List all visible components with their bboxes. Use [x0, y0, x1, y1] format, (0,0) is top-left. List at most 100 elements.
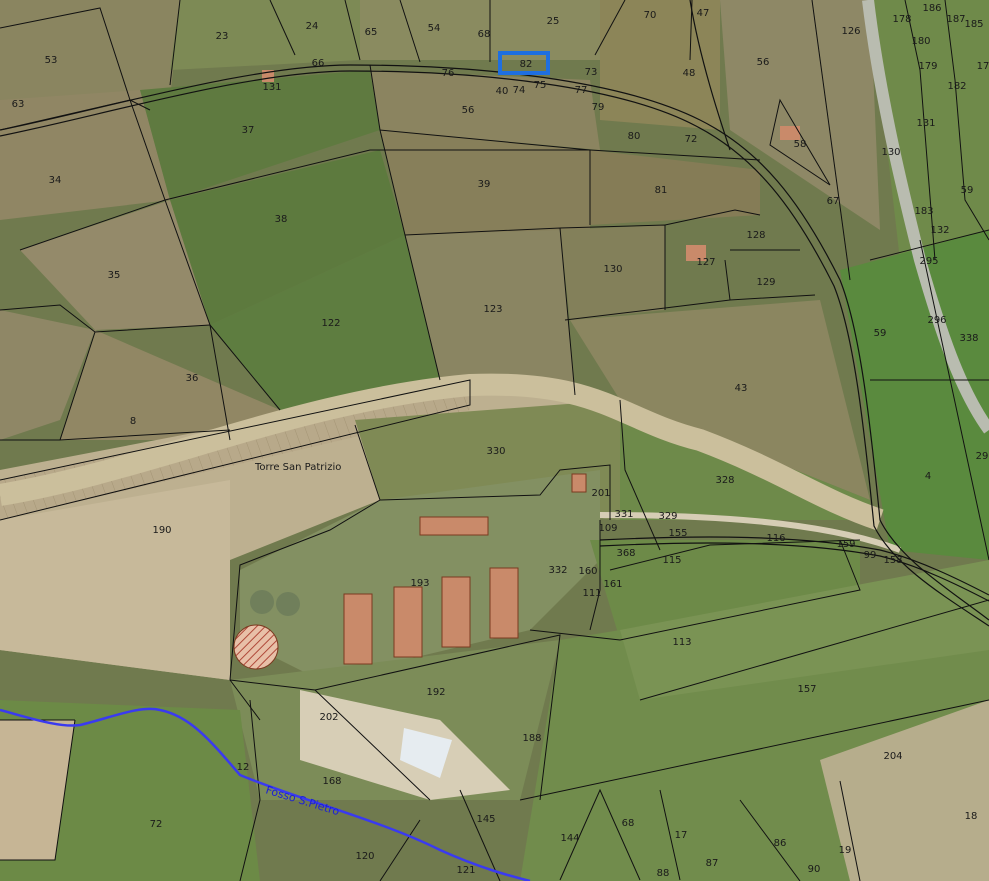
- parcel-number-label: 111: [582, 588, 601, 599]
- parcel-number-label: 121: [456, 865, 475, 876]
- parcel-number-label: 38: [275, 214, 288, 225]
- parcel-number-label: 295: [919, 256, 938, 267]
- parcel-number-label: 186: [922, 3, 941, 14]
- parcel-number-label: 113: [672, 637, 691, 648]
- parcel-number-label: 66: [312, 58, 325, 69]
- parcel-number-label: 17: [675, 830, 688, 841]
- parcel-number-label: 193: [410, 578, 429, 589]
- parcel-number-label: 12: [237, 762, 250, 773]
- parcel-number-label: 187: [946, 14, 965, 25]
- parcel-number-label: 185: [964, 19, 983, 30]
- parcel-number-label: 67: [827, 196, 840, 207]
- parcel-number-label: 19: [839, 845, 852, 856]
- parcel-number-label: 130: [881, 147, 900, 158]
- parcel-number-label: 68: [478, 29, 491, 40]
- parcel-number-label: 328: [715, 475, 734, 486]
- parcel-number-label: 188: [522, 733, 541, 744]
- parcel-number-label: 158: [883, 555, 902, 566]
- parcel-number-label: 24: [306, 21, 319, 32]
- parcel-number-label: 201: [591, 488, 610, 499]
- parcel-number-label: 116: [766, 533, 785, 544]
- parcel-number-label: 79: [592, 102, 605, 113]
- parcel-number-label: 296: [927, 315, 946, 326]
- parcel-number-label: 63: [12, 99, 25, 110]
- parcel-number-label: 80: [628, 131, 641, 142]
- parcel-number-label: 131: [916, 118, 935, 129]
- parcel-number-label: 128: [746, 230, 765, 241]
- parcel-number-label: 72: [150, 819, 163, 830]
- parcel-number-label: 99: [864, 550, 877, 561]
- parcel-number-label: 75: [534, 80, 547, 91]
- parcel-number-label: 178: [892, 14, 911, 25]
- parcel-number-label: 123: [483, 304, 502, 315]
- parcel-number-label: 81: [655, 185, 668, 196]
- parcel-number-label: 329: [658, 511, 677, 522]
- parcel-number-label: 18: [965, 811, 978, 822]
- parcel-number-label: 144: [560, 833, 579, 844]
- parcel-number-label: 29: [976, 451, 989, 462]
- parcel-number-label: 129: [756, 277, 775, 288]
- parcel-number-label: 202: [319, 712, 338, 723]
- parcel-number-label: 159: [836, 539, 855, 550]
- parcel-number-label: 161: [603, 579, 622, 590]
- parcel-number-label: 368: [616, 548, 635, 559]
- parcel-number-label: 74: [513, 85, 526, 96]
- parcel-number-label: 54: [428, 23, 441, 34]
- parcel-number-label: 88: [657, 868, 670, 879]
- parcel-number-label: 43: [735, 383, 748, 394]
- parcel-number-label: 132: [930, 225, 949, 236]
- parcel-number-label: 130: [603, 264, 622, 275]
- parcel-number-label: 122: [321, 318, 340, 329]
- parcel-number-label: 86: [774, 838, 787, 849]
- parcel-number-label: 70: [644, 10, 657, 21]
- parcel-number-label: 40: [496, 86, 509, 97]
- parcel-number-label: 25: [547, 16, 560, 27]
- parcel-number-label: 157: [797, 684, 816, 695]
- parcel-number-label: 82: [520, 59, 533, 70]
- parcel-number-label: 183: [914, 206, 933, 217]
- parcel-number-label: 332: [548, 565, 567, 576]
- place-name-label: Torre San Patrizio: [254, 462, 341, 473]
- parcel-number-label: 8: [130, 416, 136, 427]
- parcel-number-label: 65: [365, 27, 378, 38]
- parcel-number-label: 120: [355, 851, 374, 862]
- parcel-number-label: 17: [977, 61, 989, 72]
- parcel-number-label: 168: [322, 776, 341, 787]
- parcel-number-label: 115: [662, 555, 681, 566]
- cadastral-map[interactable]: Torre San Patrizio Fosso S.Pietro 232465…: [0, 0, 989, 881]
- parcel-number-label: 190: [152, 525, 171, 536]
- parcel-number-label: 338: [959, 333, 978, 344]
- parcel-number-label: 59: [961, 185, 974, 196]
- parcel-number-label: 77: [575, 85, 588, 96]
- parcel-number-label: 58: [794, 139, 807, 150]
- parcel-number-label: 204: [883, 751, 902, 762]
- parcel-number-label: 131: [262, 82, 281, 93]
- parcel-number-label: 90: [808, 864, 821, 875]
- parcel-number-label: 331: [614, 509, 633, 520]
- parcel-number-label: 23: [216, 31, 229, 42]
- parcel-number-label: 37: [242, 125, 255, 136]
- parcel-number-label: 59: [874, 328, 887, 339]
- parcel-number-label: 182: [947, 81, 966, 92]
- parcel-number-label: 180: [911, 36, 930, 47]
- parcel-number-label: 179: [918, 61, 937, 72]
- parcel-number-label: 160: [578, 566, 597, 577]
- parcel-number-label: 127: [696, 257, 715, 268]
- parcel-number-label: 39: [478, 179, 491, 190]
- aerial-imagery: [0, 0, 989, 881]
- parcel-number-label: 192: [426, 687, 445, 698]
- parcel-number-label: 34: [49, 175, 62, 186]
- parcel-number-label: 76: [442, 68, 455, 79]
- parcel-number-label: 53: [45, 55, 58, 66]
- parcel-number-label: 330: [486, 446, 505, 457]
- parcel-number-label: 126: [841, 26, 860, 37]
- parcel-number-label: 56: [757, 57, 770, 68]
- parcel-number-label: 155: [668, 528, 687, 539]
- parcel-number-label: 48: [683, 68, 696, 79]
- parcel-number-label: 87: [706, 858, 719, 869]
- parcel-number-label: 73: [585, 67, 598, 78]
- parcel-number-label: 109: [598, 523, 617, 534]
- parcel-number-label: 56: [462, 105, 475, 116]
- parcel-number-label: 35: [108, 270, 121, 281]
- parcel-number-label: 145: [476, 814, 495, 825]
